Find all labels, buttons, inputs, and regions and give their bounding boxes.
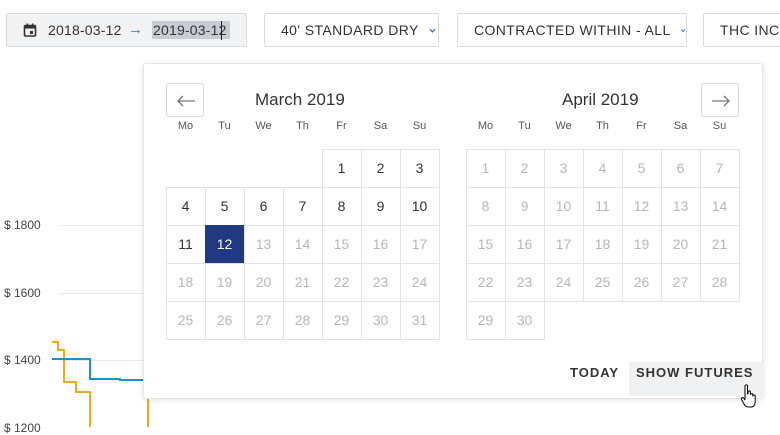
day-cell: 25 [594, 274, 611, 290]
day-cell: 21 [294, 274, 311, 290]
day-cell: 8 [481, 198, 490, 214]
weekday-label: Su [712, 120, 727, 132]
weekday-label: Mo [177, 120, 194, 132]
weekday-label: Tu [518, 120, 531, 132]
today-button[interactable]: TODAY [570, 365, 619, 380]
day-cell: 15 [477, 236, 494, 252]
day-cell: 3 [559, 160, 568, 176]
day-cell[interactable]: 7 [283, 187, 322, 225]
day-cell: 28 [711, 274, 728, 290]
weekday-label: Sa [673, 120, 688, 132]
show-futures-button[interactable]: SHOW FUTURES [636, 365, 753, 380]
day-cell: 22 [333, 274, 350, 290]
day-cell: 24 [555, 274, 572, 290]
day-cell: 20 [672, 236, 689, 252]
weekday-label: We [555, 120, 572, 132]
weekday-label: Mo [477, 120, 494, 132]
day-cell[interactable]: 3 [400, 149, 439, 187]
day-cell: 12 [633, 198, 650, 214]
calendar-popup: March 2019 April 2019 Mo Tu We Th Fr Sa Su 1 2 3 4… [143, 63, 763, 399]
next-month-button[interactable] [701, 83, 739, 117]
day-cell: 31 [411, 312, 428, 328]
month-title-march: March 2019 [255, 90, 345, 109]
day-cell: 4 [598, 160, 607, 176]
day-cell[interactable]: 5 [205, 187, 244, 225]
day-cell: 16 [372, 236, 389, 252]
day-cell: 17 [411, 236, 428, 252]
day-cell: 29 [333, 312, 350, 328]
day-cell: 5 [637, 160, 646, 176]
day-cell: 27 [255, 312, 272, 328]
weekday-label: We [255, 120, 272, 132]
day-cell: 26 [633, 274, 650, 290]
day-cell: 30 [516, 312, 533, 328]
day-cell: 7 [715, 160, 724, 176]
orange-series-line [52, 341, 91, 427]
day-cell: 19 [216, 274, 233, 290]
day-cell: 24 [411, 274, 428, 290]
blue-series-line [52, 358, 148, 381]
day-cell[interactable]: 4 [166, 187, 205, 225]
day-cell: 25 [177, 312, 194, 328]
day-cell: 14 [711, 198, 728, 214]
day-cell: 26 [216, 312, 233, 328]
day-cell: 9 [520, 198, 529, 214]
prev-month-button[interactable] [166, 83, 204, 117]
weekday-label: Sa [373, 120, 388, 132]
month-title-april: April 2019 [562, 90, 639, 109]
day-cell[interactable]: 9 [361, 187, 400, 225]
hand-cursor-icon [740, 384, 756, 408]
day-cell[interactable]: 8 [322, 187, 361, 225]
day-cell: 18 [594, 236, 611, 252]
weekday-label: Th [296, 120, 309, 132]
day-cell[interactable]: 2 [361, 149, 400, 187]
day-cell: 15 [333, 236, 350, 252]
day-cell[interactable]: 6 [244, 187, 283, 225]
day-cell: 17 [555, 236, 572, 252]
day-cell: 14 [294, 236, 311, 252]
day-cell: 22 [477, 274, 494, 290]
weekday-label: Fr [336, 120, 347, 132]
day-cell: 11 [595, 198, 610, 214]
day-cell: 6 [676, 160, 685, 176]
day-cell: 20 [255, 274, 272, 290]
day-cell: 23 [516, 274, 533, 290]
day-cell: 27 [672, 274, 689, 290]
day-cell: 23 [372, 274, 389, 290]
day-cell: 1 [481, 160, 490, 176]
weekday-label: Th [596, 120, 609, 132]
day-cell[interactable]: 11 [166, 225, 205, 263]
day-cell: 28 [294, 312, 311, 328]
day-cell: 2 [520, 160, 529, 176]
weekday-label: Su [412, 120, 427, 132]
day-cell: 19 [633, 236, 650, 252]
day-cell: 13 [255, 236, 272, 252]
day-cell: 13 [672, 198, 689, 214]
day-cell[interactable]: 1 [322, 149, 361, 187]
day-cell: 30 [372, 312, 389, 328]
day-cell[interactable]: 10 [400, 187, 439, 225]
day-cell: 18 [177, 274, 194, 290]
day-cell: 16 [516, 236, 533, 252]
weekday-label: Fr [636, 120, 647, 132]
day-cell: 21 [711, 236, 728, 252]
day-cell-selected[interactable]: 12 [205, 225, 244, 263]
day-cell: 29 [477, 312, 494, 328]
day-cell: 10 [555, 198, 572, 214]
arrow-left-icon [177, 95, 195, 107]
arrow-right-icon [712, 95, 730, 107]
weekday-label: Tu [218, 120, 231, 132]
